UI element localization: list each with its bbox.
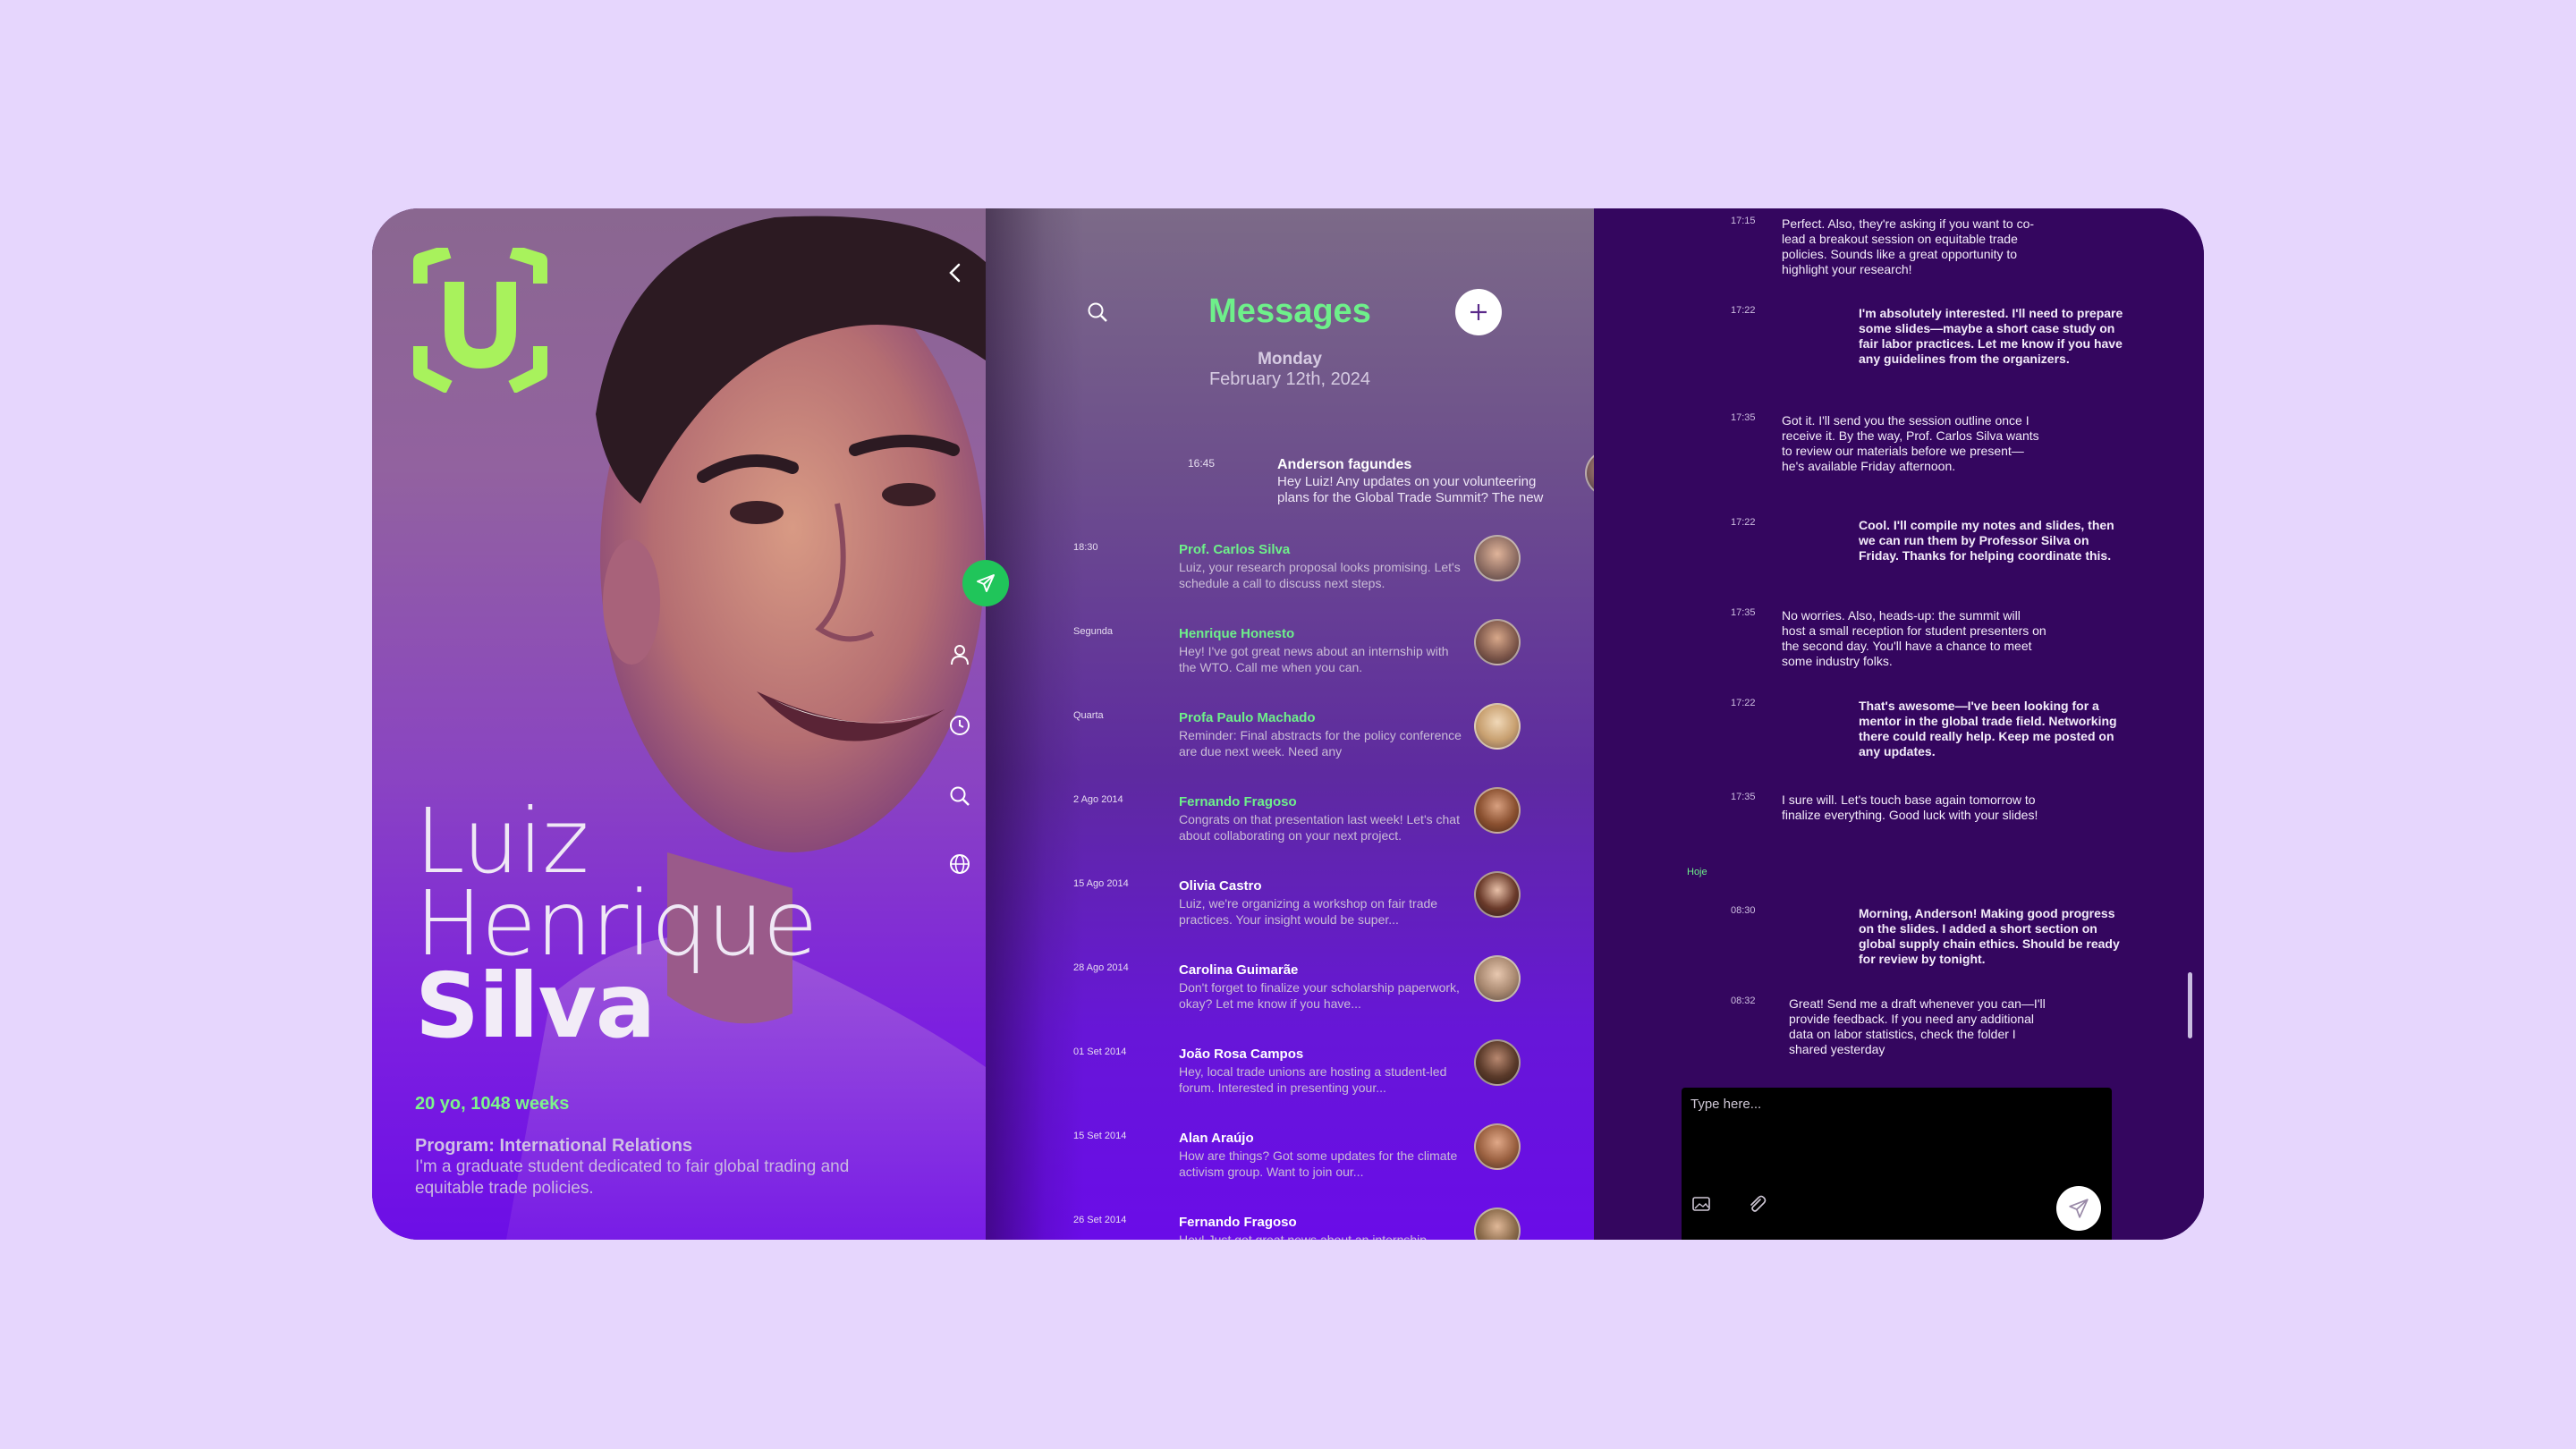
- profile-program: Program: International Relations: [415, 1136, 693, 1156]
- conversation-preview: Luiz, your research proposal looks promi…: [1179, 560, 1461, 590]
- chat-scrollbar[interactable]: [2188, 972, 2192, 1038]
- avatar: [1474, 871, 1521, 918]
- incoming-message: No worries. Also, heads-up: the summit w…: [1782, 608, 2046, 668]
- conversation-preview: Reminder: Final abstracts for the policy…: [1179, 728, 1462, 758]
- avatar: [1474, 787, 1521, 834]
- avatar: [1474, 535, 1521, 581]
- conversation-preview: Luiz, we're organizing a workshop on fai…: [1179, 896, 1438, 927]
- profile-panel: Luiz Henrique Silva 20 yo, 1048 weeks Pr…: [372, 208, 986, 1240]
- message-time: 08:32: [1731, 996, 1756, 1006]
- conversation-preview: Congrats on that presentation last week!…: [1179, 812, 1460, 843]
- conversation-time: 16:45: [1188, 457, 1216, 470]
- conversation-preview: Hey Luiz! Any updates on your volunteeri…: [1277, 474, 1544, 505]
- composer-input[interactable]: Type here...: [1690, 1097, 1761, 1112]
- message-time: 17:15: [1731, 216, 1756, 226]
- send-message-button[interactable]: [2056, 1186, 2101, 1231]
- send-icon: [2069, 1199, 2089, 1218]
- featured-conversation[interactable]: 16:45 Anderson fagundes Hey Luiz! Any up…: [986, 450, 1674, 521]
- plus-icon: [1470, 304, 1487, 320]
- conversation-preview: Hey! Just got great news about an intern…: [1179, 1233, 1428, 1240]
- app-logo: [413, 248, 547, 393]
- clock-icon[interactable]: [948, 714, 971, 737]
- conversation-preview: Hey! I've got great news about an intern…: [1179, 644, 1449, 674]
- today-divider: Hoje: [1687, 867, 1707, 877]
- outgoing-message: That's awesome—I've been looking for a m…: [1859, 699, 2117, 758]
- incoming-message: I sure will. Let's touch base again tomo…: [1782, 792, 2038, 822]
- avatar: [1474, 1123, 1521, 1170]
- incoming-message: Perfect. Also, they're asking if you wan…: [1782, 216, 2035, 276]
- incoming-message: Great! Send me a draft whenever you can—…: [1789, 996, 2046, 1056]
- chat-panel: 17:15 Perfect. Also, they're asking if yo…: [1594, 208, 2204, 1240]
- conversation-item[interactable]: Segunda Henrique Honesto Hey! I've got gre…: [986, 619, 1594, 710]
- conversation-item[interactable]: 28 Ago 2014 Carolina Guimarãe Don't forget…: [986, 955, 1594, 1046]
- messages-title: Messages: [1208, 292, 1371, 330]
- conversation-sender: Carolina Guimarãe: [1179, 962, 1299, 978]
- conversation-time: 28 Ago 2014: [1073, 962, 1129, 973]
- conversation-time: 18:30: [1073, 542, 1098, 553]
- outgoing-message: Morning, Anderson! Making good progress …: [1859, 906, 2120, 966]
- list-day: Monday: [1258, 350, 1322, 369]
- list-date: February 12th, 2024: [1208, 369, 1371, 389]
- conversation-time: 2 Ago 2014: [1073, 794, 1123, 805]
- conversation-preview: Don't forget to finalize your scholarshi…: [1179, 980, 1460, 1011]
- conversation-item[interactable]: 15 Set 2014 Alan Araújo How are things? Go…: [986, 1123, 1594, 1215]
- conversation-sender: Anderson fagundes: [1277, 457, 1412, 472]
- conversation-preview: How are things? Got some updates for the…: [1179, 1148, 1458, 1179]
- conversation-time: 26 Set 2014: [1073, 1215, 1127, 1225]
- nav-send-button[interactable]: [962, 560, 1009, 606]
- conversation-item[interactable]: 26 Set 2014 Fernando Fragoso Hey! Just got…: [986, 1208, 1594, 1240]
- send-icon: [977, 574, 995, 592]
- message-time: 17:35: [1731, 792, 1756, 802]
- conversation-sender: Henrique Honesto: [1179, 626, 1295, 641]
- conversation-sender: Fernando Fragoso: [1179, 1215, 1297, 1230]
- message-time: 17:22: [1731, 517, 1756, 528]
- search-icon[interactable]: [948, 784, 971, 808]
- conversation-item[interactable]: Quarta Profa Paulo Machado Reminder: Final…: [986, 703, 1594, 794]
- incoming-message: Got it. I'll send you the session outlin…: [1782, 413, 2039, 473]
- conversation-item[interactable]: 01 Set 2014 João Rosa Campos Hey, local tr…: [986, 1039, 1594, 1131]
- conversation-time: 15 Ago 2014: [1073, 878, 1129, 889]
- attachment-icon[interactable]: [1746, 1193, 1767, 1215]
- conversation-time: Segunda: [1073, 626, 1114, 637]
- conversation-sender: João Rosa Campos: [1179, 1046, 1304, 1062]
- conversation-time: Quarta: [1073, 710, 1104, 721]
- message-time: 17:35: [1731, 412, 1756, 423]
- conversation-sender: Fernando Fragoso: [1179, 794, 1297, 809]
- messages-list-panel: Messages Monday February 12th, 2024 16:4…: [986, 208, 1631, 1240]
- user-icon[interactable]: [948, 643, 971, 666]
- conversation-preview: Hey, local trade unions are hosting a st…: [1179, 1064, 1447, 1095]
- outgoing-message: Cool. I'll compile my notes and slides, …: [1859, 518, 2114, 563]
- message-composer[interactable]: Type here...: [1682, 1088, 2112, 1240]
- avatar: [1474, 703, 1521, 750]
- conversation-item[interactable]: 15 Ago 2014 Olivia Castro Luiz, we're orga…: [986, 871, 1594, 962]
- conversation-time: 15 Set 2014: [1073, 1131, 1127, 1141]
- avatar: [1474, 955, 1521, 1002]
- conversation-time: 01 Set 2014: [1073, 1046, 1127, 1057]
- profile-age: 20 yo, 1048 weeks: [415, 1094, 570, 1114]
- conversation-sender: Profa Paulo Machado: [1179, 710, 1316, 725]
- app-window: Luiz Henrique Silva 20 yo, 1048 weeks Pr…: [372, 208, 2204, 1240]
- conversation-item[interactable]: 18:30 Prof. Carlos Silva Luiz, your resear…: [986, 535, 1594, 626]
- profile-last-name: Silva: [415, 953, 656, 1058]
- image-icon[interactable]: [1690, 1193, 1712, 1215]
- avatar: [1474, 619, 1521, 665]
- outgoing-message: I'm absolutely interested. I'll need to …: [1859, 306, 2123, 366]
- profile-bio: I'm a graduate student dedicated to fair…: [415, 1157, 850, 1198]
- conversation-sender: Prof. Carlos Silva: [1179, 542, 1291, 557]
- conversation-sender: Alan Araújo: [1179, 1131, 1254, 1146]
- message-time: 08:30: [1731, 905, 1756, 916]
- message-time: 17:22: [1731, 698, 1756, 708]
- conversation-sender: Olivia Castro: [1179, 878, 1262, 894]
- globe-icon[interactable]: [948, 852, 971, 876]
- conversation-item[interactable]: 2 Ago 2014 Fernando Fragoso Congrats on th…: [986, 787, 1594, 878]
- avatar: [1474, 1039, 1521, 1086]
- message-time: 17:35: [1731, 607, 1756, 618]
- new-message-button[interactable]: [1455, 289, 1502, 335]
- message-time: 17:22: [1731, 305, 1756, 316]
- back-chevron-icon[interactable]: [943, 260, 968, 285]
